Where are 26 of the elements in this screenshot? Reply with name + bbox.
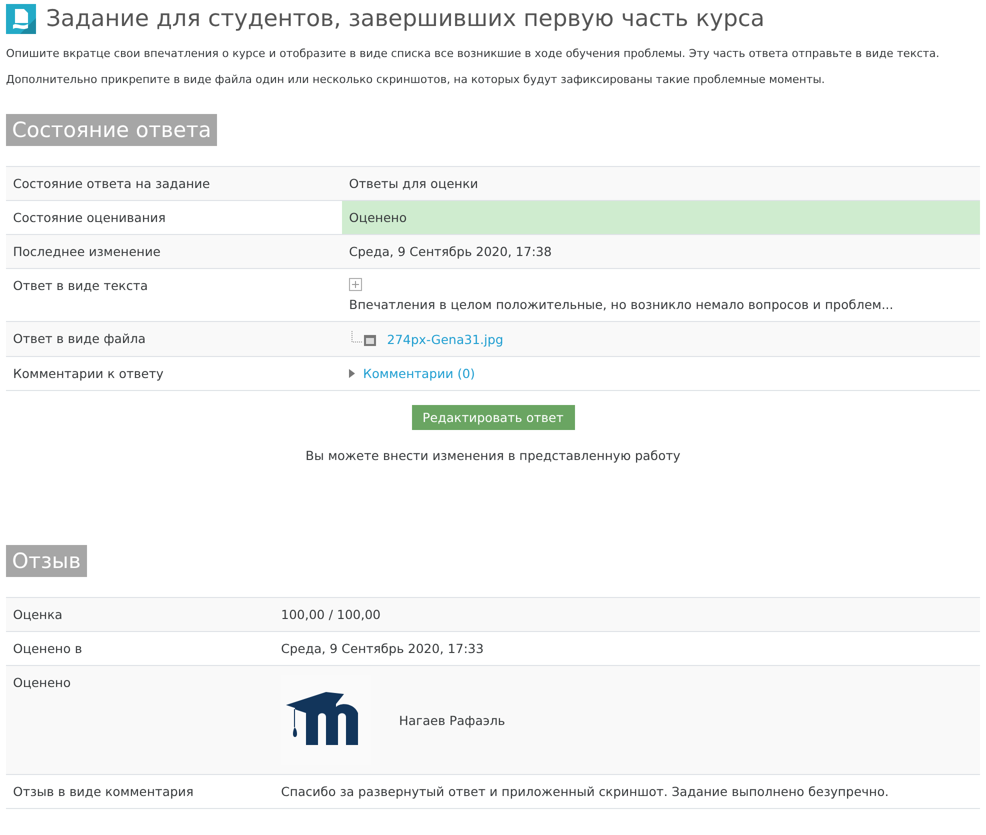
edit-note: Вы можете внести изменения в представленную работу [306,448,680,463]
instruction-text: Опишите вкратце свои впечатления о курсе и отобразите в виде списка все возникшие в ходе обучения проблемы. Эту часть ответа отправьте в виде текста. [6,46,940,62]
row-label: Оценено [6,666,274,775]
field-value: Ответы для оценки [349,176,480,191]
field-value: 100,00 / 100,00 [281,607,382,622]
user-name: Нагаев Рафаэль [399,712,506,728]
section-heading: Отзыв [6,545,87,577]
section-heading: Состояние ответа [6,114,218,146]
row-label: Ответ в виде файла [6,322,342,357]
page-title: Задание для студентов, завершивших первую часть курса [46,6,765,32]
field-value: Оценено [349,210,408,225]
field-value: Среда, 9 Сентябрь 2020, 17:38 [349,244,553,259]
caret-right-icon[interactable] [349,369,355,378]
row-label: Состояние ответа на задание [6,167,342,201]
row-label: Последнее изменение [6,235,342,269]
instruction-text: Дополнительно прикрепите в виде файла один или несколько скриншотов, на которых будут зафиксированы такие проблемные моменты. [6,72,826,88]
field-value: Спасибо за развернутый ответ и приложенный скриншот. Задание выполнено безупречно. [281,784,890,799]
assignment-icon [6,4,36,34]
field-value: Среда, 9 Сентябрь 2020, 17:33 [281,641,485,656]
file-link[interactable]: 274px-Gena31.jpg [387,332,504,346]
comments-link[interactable]: Комментарии (0) [363,366,476,381]
image-file-icon [349,331,379,347]
row-label: Оценка [6,598,274,632]
edit-answer-button[interactable]: Редактировать ответ [412,405,574,430]
plus-icon[interactable] [349,278,362,291]
answer-text: Впечатления в целом положительные, но возникло немало вопросов и проблем... [349,297,894,312]
